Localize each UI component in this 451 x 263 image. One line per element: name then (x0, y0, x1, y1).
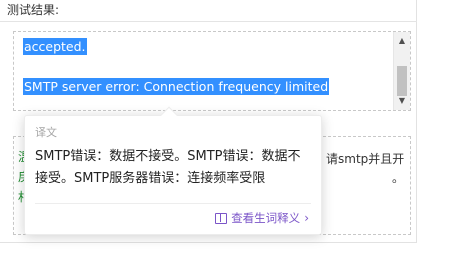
secondary-right-text: 请smtp并且开 (326, 152, 405, 166)
translation-popup: 译文 SMTP错误：数据不接受。SMTP错误：数据不接受。SMTP服务器错误：连… (24, 106, 322, 235)
result-textarea[interactable]: accepted. SMTP server error: Connection … (13, 31, 411, 111)
result-title: 测试结果: (7, 3, 60, 17)
view-vocabulary-label[interactable]: 查看生词释义 (231, 210, 300, 226)
secondary-right-punct: 。 (392, 171, 405, 185)
translation-text: SMTP错误：数据不接受。SMTP错误：数据不接受。SMTP服务器错误：连接频率… (35, 149, 301, 186)
book-icon (215, 212, 228, 224)
vertical-scrollbar[interactable]: ▲ ▼ (393, 32, 410, 110)
scroll-up-arrow-icon[interactable]: ▲ (394, 34, 410, 48)
scroll-thumb[interactable] (397, 66, 407, 96)
selected-line-2[interactable]: SMTP server error: Connection frequency … (23, 78, 330, 95)
scroll-down-arrow-icon[interactable]: ▼ (394, 94, 410, 108)
divider (0, 21, 417, 22)
popup-divider (35, 203, 311, 204)
selected-line-1[interactable]: accepted. (23, 38, 87, 55)
view-vocabulary-link[interactable]: 查看生词释义 › (215, 210, 309, 226)
chevron-right-icon: › (304, 211, 309, 225)
popup-label: 译文 (35, 126, 57, 139)
